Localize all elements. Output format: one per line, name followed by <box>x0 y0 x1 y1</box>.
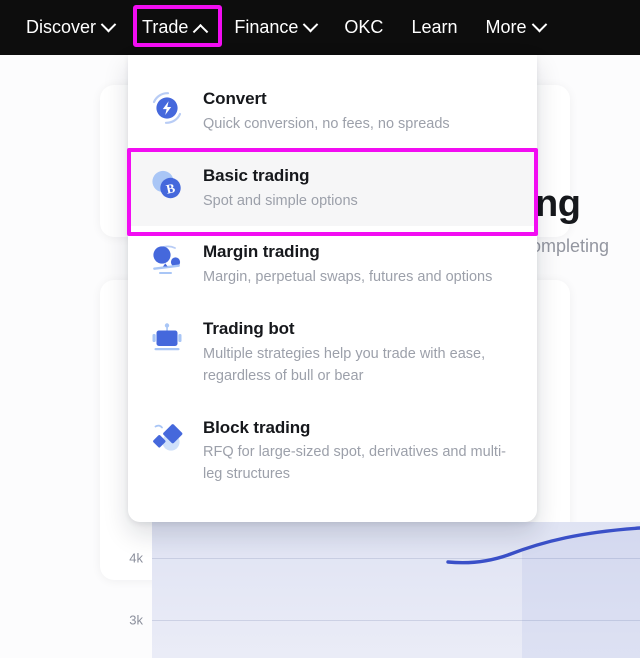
bitcoin-coin-icon: B <box>148 166 186 204</box>
nav-item-finance[interactable]: Finance <box>220 10 330 45</box>
menu-item-basic-trading[interactable]: B Basic trading Spot and simple options <box>128 149 537 227</box>
convert-lightning-icon <box>148 89 186 127</box>
menu-item-convert-text: Convert Quick conversion, no fees, no sp… <box>203 87 450 136</box>
chart-line-svg <box>446 526 640 658</box>
nav-item-discover[interactable]: Discover <box>12 10 128 45</box>
chart-plot-area <box>152 522 640 658</box>
nav-item-trade-label: Trade <box>142 17 189 37</box>
nav-item-finance-label: Finance <box>234 17 299 37</box>
menu-item-block-trading-text: Block trading RFQ for large-sized spot, … <box>203 416 515 486</box>
menu-item-trading-bot-text: Trading bot Multiple strategies help you… <box>203 317 515 387</box>
chart-ytick-4k: 4k <box>129 550 143 566</box>
menu-item-margin-trading-title: Margin trading <box>203 242 320 262</box>
menu-item-block-trading-title: Block trading <box>203 417 311 437</box>
menu-item-trading-bot-desc: Multiple strategies help you trade with … <box>203 346 486 384</box>
nav-item-learn[interactable]: Learn <box>397 10 471 45</box>
robot-icon <box>148 319 186 357</box>
menu-item-basic-trading-desc: Spot and simple options <box>203 192 358 209</box>
chevron-up-icon <box>193 23 209 40</box>
chevron-down-icon <box>303 16 319 33</box>
menu-item-basic-trading-text: Basic trading Spot and simple options <box>203 164 358 213</box>
nav-item-okc-label: OKC <box>344 17 384 37</box>
menu-item-block-trading[interactable]: Block trading RFQ for large-sized spot, … <box>128 402 537 500</box>
menu-item-convert-title: Convert <box>203 89 267 108</box>
nav-item-okc[interactable]: OKC <box>330 10 397 45</box>
nav-item-more-label: More <box>485 17 527 37</box>
screenshot-root: ing completing 4k 3k 2k Discover Tr <box>0 0 640 658</box>
menu-item-convert-desc: Quick conversion, no fees, no spreads <box>203 115 450 132</box>
menu-item-basic-trading-title: Basic trading <box>203 165 310 185</box>
nav-item-discover-label: Discover <box>26 17 97 37</box>
chart-ytick-3k: 3k <box>129 612 143 628</box>
background-chart: 4k 3k 2k <box>107 522 640 658</box>
nav-item-trade[interactable]: Trade <box>128 10 220 45</box>
menu-item-convert[interactable]: Convert Quick conversion, no fees, no sp… <box>128 73 537 150</box>
menu-item-margin-trading-text: Margin trading Margin, perpetual swaps, … <box>203 240 492 289</box>
nav-item-more[interactable]: More <box>471 10 558 45</box>
trade-dropdown-panel: Convert Quick conversion, no fees, no sp… <box>128 55 537 522</box>
nav-item-learn-label: Learn <box>411 17 458 37</box>
menu-item-trading-bot-title: Trading bot <box>203 319 295 339</box>
top-navigation-bar: Discover Trade Finance OKC Learn More <box>0 0 640 55</box>
chevron-down-icon <box>531 16 547 33</box>
menu-item-trading-bot[interactable]: Trading bot Multiple strategies help you… <box>128 303 537 401</box>
menu-item-margin-trading[interactable]: Margin trading Margin, perpetual swaps, … <box>128 226 537 303</box>
diamonds-icon <box>148 418 186 456</box>
menu-item-block-trading-desc: RFQ for large-sized spot, derivatives an… <box>203 444 506 483</box>
balance-scale-icon <box>148 242 186 280</box>
menu-item-margin-trading-desc: Margin, perpetual swaps, futures and opt… <box>203 269 493 286</box>
chevron-down-icon <box>100 16 117 33</box>
